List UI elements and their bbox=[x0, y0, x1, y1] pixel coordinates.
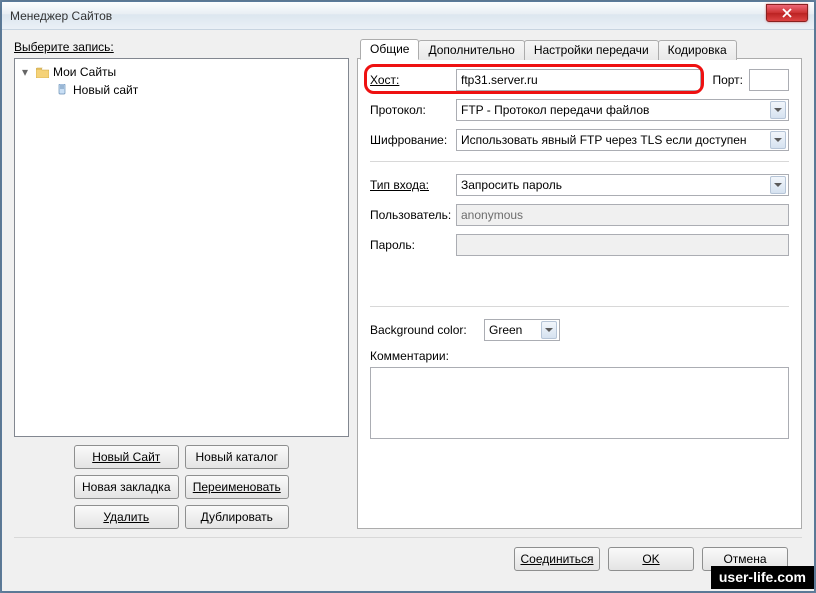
connect-button[interactable]: Соединиться bbox=[514, 547, 600, 571]
host-label: Хост: bbox=[370, 73, 450, 87]
port-input[interactable] bbox=[749, 69, 789, 91]
left-column: Выберите запись: ▾ Мои Сайты bbox=[14, 40, 349, 529]
folder-icon bbox=[35, 67, 49, 78]
rename-button[interactable]: Переименовать bbox=[185, 475, 290, 499]
right-column: Общие Дополнительно Настройки передачи К… bbox=[357, 40, 802, 529]
tree-root[interactable]: ▾ Мои Сайты bbox=[19, 63, 344, 81]
delete-button[interactable]: Удалить bbox=[74, 505, 179, 529]
bgcolor-label: Background color: bbox=[370, 323, 478, 337]
tree-root-label: Мои Сайты bbox=[53, 65, 116, 79]
close-icon bbox=[782, 8, 792, 18]
duplicate-button[interactable]: Дублировать bbox=[185, 505, 290, 529]
site-tree[interactable]: ▾ Мои Сайты Новый сайт bbox=[14, 58, 349, 437]
site-manager-window: Менеджер Сайтов Выберите запись: ▾ Мои С… bbox=[1, 1, 815, 592]
dialog-footer: Соединиться OK Отмена bbox=[14, 537, 802, 579]
protocol-label: Протокол: bbox=[370, 103, 450, 117]
logontype-row: Тип входа: Запросить пароль bbox=[370, 174, 789, 196]
ok-button[interactable]: OK bbox=[608, 547, 694, 571]
bgcolor-select[interactable]: Green bbox=[484, 319, 560, 341]
protocol-value: FTP - Протокол передачи файлов bbox=[461, 100, 649, 120]
host-row: Хост: ftp31.server.ru Порт: bbox=[370, 69, 789, 91]
tab-general[interactable]: Общие bbox=[360, 39, 419, 60]
tree-child-label: Новый сайт bbox=[73, 83, 138, 97]
window-title: Менеджер Сайтов bbox=[10, 9, 112, 23]
new-site-button[interactable]: Новый Сайт bbox=[74, 445, 179, 469]
bgcolor-value: Green bbox=[489, 320, 522, 340]
user-input[interactable]: anonymous bbox=[456, 204, 789, 226]
watermark: user-life.com bbox=[711, 566, 814, 589]
close-button[interactable] bbox=[766, 4, 808, 22]
logontype-select[interactable]: Запросить пароль bbox=[456, 174, 789, 196]
encryption-value: Использовать явный FTP через TLS если до… bbox=[461, 130, 747, 150]
comments-label: Комментарии: bbox=[370, 349, 789, 363]
left-buttons: Новый Сайт Новый каталог Новая закладка … bbox=[14, 445, 349, 529]
logontype-value: Запросить пароль bbox=[461, 175, 562, 195]
separator bbox=[370, 161, 789, 162]
encryption-select[interactable]: Использовать явный FTP через TLS если до… bbox=[456, 129, 789, 151]
password-input bbox=[456, 234, 789, 256]
comments-textarea[interactable] bbox=[370, 367, 789, 439]
dropdown-arrow-icon bbox=[770, 176, 786, 194]
password-label: Пароль: bbox=[370, 238, 450, 252]
logontype-label: Тип входа: bbox=[370, 178, 450, 192]
titlebar: Менеджер Сайтов bbox=[2, 2, 814, 30]
protocol-row: Протокол: FTP - Протокол передачи файлов bbox=[370, 99, 789, 121]
main-row: Выберите запись: ▾ Мои Сайты bbox=[14, 40, 802, 529]
user-label: Пользователь: bbox=[370, 208, 450, 222]
protocol-select[interactable]: FTP - Протокол передачи файлов bbox=[456, 99, 789, 121]
password-row: Пароль: bbox=[370, 234, 789, 256]
tab-charset[interactable]: Кодировка bbox=[658, 40, 737, 60]
tab-strip: Общие Дополнительно Настройки передачи К… bbox=[360, 40, 736, 60]
bgcolor-row: Background color: Green bbox=[370, 319, 789, 341]
dropdown-arrow-icon bbox=[770, 131, 786, 149]
dropdown-arrow-icon bbox=[770, 101, 786, 119]
encryption-label: Шифрование: bbox=[370, 133, 450, 147]
port-label: Порт: bbox=[709, 73, 743, 87]
tab-transfer[interactable]: Настройки передачи bbox=[524, 40, 659, 60]
host-input[interactable]: ftp31.server.ru bbox=[456, 69, 701, 91]
select-entry-label: Выберите запись: bbox=[14, 40, 349, 54]
tree-child[interactable]: Новый сайт bbox=[19, 81, 344, 99]
user-row: Пользователь: anonymous bbox=[370, 204, 789, 226]
tab-container: Общие Дополнительно Настройки передачи К… bbox=[357, 58, 802, 529]
server-icon bbox=[55, 84, 69, 96]
tab-advanced[interactable]: Дополнительно bbox=[418, 40, 524, 60]
separator bbox=[370, 306, 789, 307]
dropdown-arrow-icon bbox=[541, 321, 557, 339]
general-panel: Хост: ftp31.server.ru Порт: Протокол: FT… bbox=[358, 59, 801, 451]
content-area: Выберите запись: ▾ Мои Сайты bbox=[2, 30, 814, 591]
new-folder-button[interactable]: Новый каталог bbox=[185, 445, 290, 469]
encryption-row: Шифрование: Использовать явный FTP через… bbox=[370, 129, 789, 151]
new-bookmark-button[interactable]: Новая закладка bbox=[74, 475, 179, 499]
tree-collapse-icon[interactable]: ▾ bbox=[19, 65, 31, 79]
